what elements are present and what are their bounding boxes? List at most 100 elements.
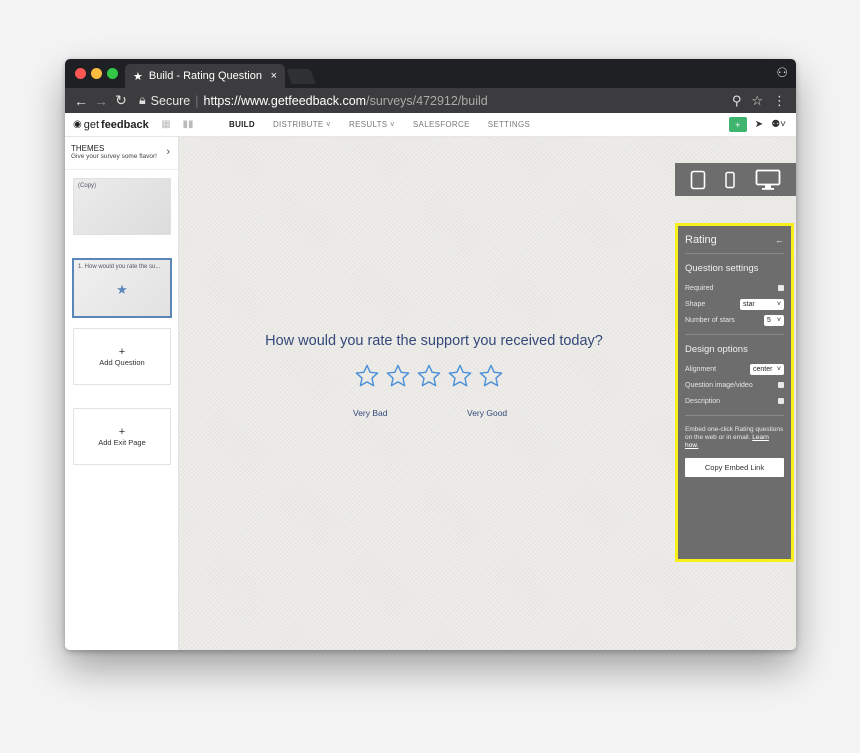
question-settings-title: Question settings bbox=[685, 263, 759, 274]
survey-canvas: How would you rate the support you recei… bbox=[179, 137, 796, 650]
required-row: Required bbox=[685, 280, 784, 296]
scale-high-label[interactable]: Very Good bbox=[467, 408, 507, 418]
panel-title: Rating bbox=[685, 234, 717, 246]
url-field[interactable]: 🔒︎ Secure | https://www.getfeedback.com/… bbox=[139, 91, 724, 110]
copy-embed-link-button[interactable]: Copy Embed Link bbox=[685, 458, 784, 477]
nav-results[interactable]: RESULTS ˅ bbox=[349, 120, 395, 129]
url-host: https://www.getfeedback.com bbox=[203, 93, 367, 108]
embed-info: Embed one-click Rating questions on the … bbox=[685, 426, 784, 450]
design-options-title: Design options bbox=[685, 344, 748, 355]
shape-select[interactable]: star ˅ bbox=[740, 298, 784, 310]
getfeedback-logo[interactable]: ◉ get feedback bbox=[65, 119, 155, 131]
themes-subtitle: Give your survey some flavor! bbox=[71, 153, 157, 160]
plus-icon: + bbox=[118, 345, 126, 358]
tab-close-icon[interactable]: × bbox=[271, 70, 277, 82]
reload-icon[interactable]: ↻ bbox=[111, 92, 131, 109]
grid-icon[interactable]: ▦ bbox=[155, 119, 177, 130]
logo-prefix: get bbox=[83, 118, 100, 131]
description-checkbox[interactable] bbox=[778, 398, 784, 404]
star-favicon-icon: ★ bbox=[133, 70, 143, 83]
minimize-window-button[interactable] bbox=[91, 68, 102, 79]
alignment-select[interactable]: center ˅ bbox=[750, 363, 784, 375]
divider bbox=[685, 415, 784, 416]
media-label: Question image/video bbox=[685, 381, 753, 389]
browser-tab-active[interactable]: ★ Build - Rating Question Type × bbox=[125, 64, 285, 88]
stars-label: Number of stars bbox=[685, 316, 735, 324]
close-window-button[interactable] bbox=[75, 68, 86, 79]
rating-star-icon[interactable] bbox=[384, 363, 412, 389]
menu-dots-icon[interactable]: ⋮ bbox=[773, 93, 786, 109]
divider bbox=[685, 334, 784, 335]
stars-value: 5 bbox=[767, 316, 771, 324]
nav-build[interactable]: BUILD bbox=[229, 120, 255, 129]
url-path: /surveys/472912/build bbox=[366, 93, 488, 108]
rating-star-icon[interactable] bbox=[353, 363, 381, 389]
chevron-down-icon: ˅ bbox=[776, 300, 781, 308]
rating-star-icon[interactable] bbox=[446, 363, 474, 389]
thumbnail-label: 1. How would you rate the su... bbox=[78, 264, 161, 270]
thumbnail-label: (Copy) bbox=[78, 183, 97, 189]
add-exit-label: Add Exit Page bbox=[98, 437, 146, 447]
device-preview-toggle bbox=[675, 163, 796, 196]
rating-star-icon[interactable] bbox=[415, 363, 443, 389]
bookmark-star-icon[interactable]: ☆ bbox=[751, 93, 763, 109]
media-checkbox[interactable] bbox=[778, 382, 784, 388]
rating-star-icon[interactable] bbox=[477, 363, 505, 389]
page-thumbnail-copy[interactable]: (Copy) bbox=[73, 178, 171, 235]
page-thumbnail-question[interactable]: 1. How would you rate the su... ★ bbox=[72, 258, 172, 318]
scale-low-label[interactable]: Very Bad bbox=[353, 408, 388, 418]
rating-stars bbox=[353, 363, 505, 389]
address-bar: ← → ↻ 🔒︎ Secure | https://www.getfeedbac… bbox=[65, 88, 796, 113]
add-question-button[interactable]: + Add Question bbox=[73, 328, 171, 385]
phone-icon[interactable] bbox=[724, 171, 736, 189]
required-checkbox[interactable] bbox=[778, 285, 784, 291]
plus-icon: + bbox=[118, 425, 126, 438]
bar-chart-icon[interactable]: ▮▮ bbox=[177, 119, 199, 130]
rating-settings-panel: Rating ← Question settings Required Shap… bbox=[675, 223, 794, 562]
back-arrow-icon[interactable]: ← bbox=[775, 235, 784, 245]
alignment-label: Alignment bbox=[685, 365, 717, 373]
send-icon[interactable]: ➤ bbox=[755, 119, 763, 130]
back-arrow-icon[interactable]: ← bbox=[71, 93, 91, 109]
forward-arrow-icon[interactable]: → bbox=[91, 93, 111, 109]
themes-panel-toggle[interactable]: THEMES Give your survey some flavor! › bbox=[65, 137, 178, 170]
shape-label: Shape bbox=[685, 300, 706, 308]
new-tab-button[interactable] bbox=[286, 69, 316, 84]
zoom-icon[interactable]: ⚲ bbox=[732, 93, 742, 109]
maximize-window-button[interactable] bbox=[107, 68, 118, 79]
browser-window: ★ Build - Rating Question Type × ⚇ ← → ↻… bbox=[65, 59, 796, 650]
shape-row: Shape star ˅ bbox=[685, 296, 784, 312]
nav-settings[interactable]: SETTINGS bbox=[488, 120, 530, 129]
chevron-down-icon: ˅ bbox=[776, 365, 781, 373]
logo-mark-icon: ◉ bbox=[73, 119, 82, 130]
chevron-right-icon: › bbox=[166, 146, 170, 158]
incognito-icon: ⚇ bbox=[776, 65, 788, 80]
tablet-icon[interactable] bbox=[690, 170, 706, 190]
media-row: Question image/video bbox=[685, 377, 784, 393]
alignment-value: center bbox=[753, 365, 773, 373]
lock-icon: 🔒︎ bbox=[139, 93, 146, 107]
url-separator: | bbox=[195, 93, 199, 108]
add-user-button[interactable]: + bbox=[728, 117, 747, 132]
nav-salesforce[interactable]: SALESFORCE bbox=[413, 120, 470, 129]
page-sidebar: THEMES Give your survey some flavor! › (… bbox=[65, 137, 179, 650]
tab-title: Build - Rating Question Type bbox=[148, 70, 265, 82]
tab-bar: ★ Build - Rating Question Type × ⚇ bbox=[65, 59, 796, 88]
stars-count-select[interactable]: 5 ˅ bbox=[764, 314, 784, 326]
logo-bold: feedback bbox=[101, 118, 149, 131]
user-menu-icon[interactable]: ⚉˅ bbox=[771, 119, 786, 130]
star-icon: ★ bbox=[116, 282, 128, 297]
themes-title: THEMES bbox=[71, 144, 105, 153]
main-nav: BUILD DISTRIBUTE ˅ RESULTS ˅ SALESFORCE … bbox=[229, 120, 530, 129]
question-text[interactable]: How would you rate the support you recei… bbox=[239, 333, 629, 349]
app-header: ◉ get feedback ▦ ▮▮ BUILD DISTRIBUTE ˅ RE… bbox=[65, 113, 796, 137]
required-label: Required bbox=[685, 284, 714, 292]
stars-row: Number of stars 5 ˅ bbox=[685, 312, 784, 328]
add-question-label: Add Question bbox=[99, 357, 145, 367]
desktop-icon[interactable] bbox=[755, 169, 781, 191]
description-row: Description bbox=[685, 393, 784, 409]
description-label: Description bbox=[685, 397, 721, 405]
shape-value: star bbox=[743, 300, 755, 308]
add-exit-page-button[interactable]: + Add Exit Page bbox=[73, 408, 171, 465]
nav-distribute[interactable]: DISTRIBUTE ˅ bbox=[273, 120, 331, 129]
